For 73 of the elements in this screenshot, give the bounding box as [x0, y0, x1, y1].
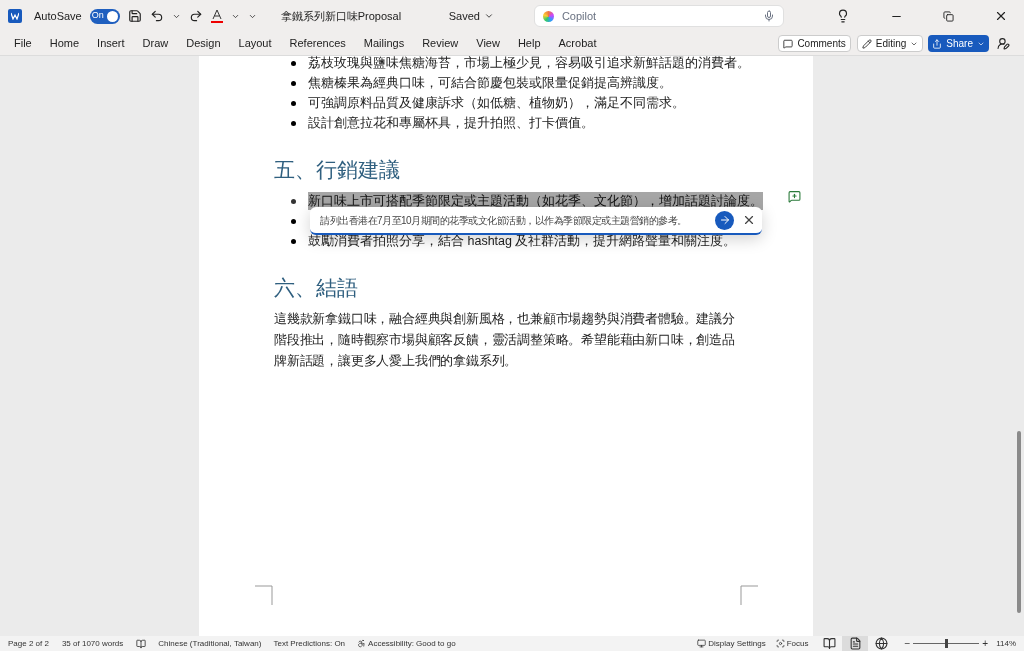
save-icon[interactable]: [127, 9, 142, 23]
microphone-icon[interactable]: [762, 10, 775, 22]
send-button[interactable]: [715, 210, 734, 230]
section-heading: 五、行銷建議: [274, 157, 401, 183]
word-count[interactable]: 35 of 1070 words: [61, 637, 124, 650]
close-icon[interactable]: [742, 213, 756, 227]
word-logo-icon: [8, 9, 22, 23]
view-button[interactable]: [842, 636, 869, 651]
font-color-icon[interactable]: [210, 9, 223, 23]
page-icon: [848, 637, 862, 650]
editing-button[interactable]: Editing: [856, 35, 924, 52]
menu-tab[interactable]: Draw: [142, 35, 169, 52]
display-settings-button[interactable]: Display Settings: [697, 637, 766, 650]
restore-icon[interactable]: [943, 10, 954, 22]
page-count: Page 2 of 2: [8, 637, 49, 650]
arrow-icon: [718, 214, 731, 226]
coauthor-icon[interactable]: [997, 37, 1010, 50]
autosave-toggle[interactable]: On: [89, 8, 120, 24]
caret-icon: [483, 11, 494, 21]
menu-tab[interactable]: File: [14, 35, 32, 52]
menu-tab[interactable]: View: [476, 35, 500, 52]
menu-tab[interactable]: References: [289, 35, 346, 52]
focus-button[interactable]: Focus: [775, 637, 809, 650]
menu-tab[interactable]: Design: [186, 35, 221, 52]
scrollbar-thumb[interactable]: [1017, 431, 1021, 613]
comments-button[interactable]: Comments: [778, 35, 851, 52]
accessibility-icon[interactable]: [357, 639, 367, 648]
share-button[interactable]: Share: [928, 35, 989, 52]
language-label[interactable]: Chinese (Traditional, Taiwan): [158, 637, 262, 650]
menu-tab[interactable]: Acrobat: [558, 35, 597, 52]
bullet-icon: [291, 238, 296, 244]
globe-icon: [874, 637, 888, 650]
bullet-icon: [291, 80, 296, 86]
document-title: 拿鐵系列新口味Proposal: [280, 8, 403, 24]
zoom-out-button[interactable]: −: [904, 636, 911, 651]
bullet-icon: [291, 120, 296, 126]
menu-tab[interactable]: Mailings: [363, 35, 405, 52]
saved-button[interactable]: Saved: [448, 7, 494, 25]
bullet-icon: [291, 60, 296, 66]
share-icon: [932, 38, 943, 49]
paragraph-text: 這幾款新拿鐵口味，融合經典與創新風格，也兼顧市場趨勢與消費者體驗。建議分階段推出，隨時觀察市場與顧客反饋，靈活調整策略。希望能藉由新口味，創造品牌新話題，讓更多人愛上我們的拿鐵系列。: [274, 311, 736, 370]
redo-icon[interactable]: [188, 9, 203, 23]
zoom-slider[interactable]: [913, 639, 980, 648]
crop-mark-icon: [255, 585, 273, 605]
menu-tab[interactable]: Help: [517, 35, 541, 52]
lightbulb-icon[interactable]: [836, 9, 850, 23]
copilot-logo-icon: [542, 10, 554, 22]
monitor-icon: [697, 639, 707, 648]
book-icon: [822, 637, 836, 650]
bullet-icon: [291, 218, 296, 224]
copilot-search-field[interactable]: Copilot: [561, 7, 755, 25]
undo-icon[interactable]: [149, 9, 164, 23]
new-comment-icon[interactable]: [788, 190, 801, 203]
bullet-icon: [291, 100, 296, 106]
proofing-icon[interactable]: [136, 638, 147, 649]
bullet-icon: [291, 198, 296, 204]
menu-tab[interactable]: Review: [422, 35, 459, 52]
copilot-search-box[interactable]: Copilot: [533, 5, 784, 27]
prompt-input-field[interactable]: 請列出香港在7月至10月期間的花季或文化節活動，以作為季節限定或主題營銷的參考。: [320, 212, 707, 228]
menu-tab[interactable]: Home: [49, 35, 80, 52]
text-predictions-label[interactable]: Text Predictions: On: [273, 637, 346, 650]
menu-tab[interactable]: Layout: [238, 35, 272, 52]
close-icon[interactable]: [994, 9, 1008, 23]
accessibility-label[interactable]: Accessibility: Good to go: [368, 637, 456, 650]
section-heading: 六、結語: [274, 275, 359, 301]
comment-icon: [783, 38, 794, 49]
focus-icon: [775, 639, 785, 648]
autosave-label: AutoSave: [34, 8, 82, 24]
crop-mark-icon: [740, 585, 758, 605]
zoom-percentage[interactable]: 114%: [996, 637, 1016, 650]
pencil-icon: [861, 38, 872, 49]
zoom-in-button[interactable]: +: [982, 636, 989, 651]
menu-tab[interactable]: Insert: [97, 35, 125, 52]
